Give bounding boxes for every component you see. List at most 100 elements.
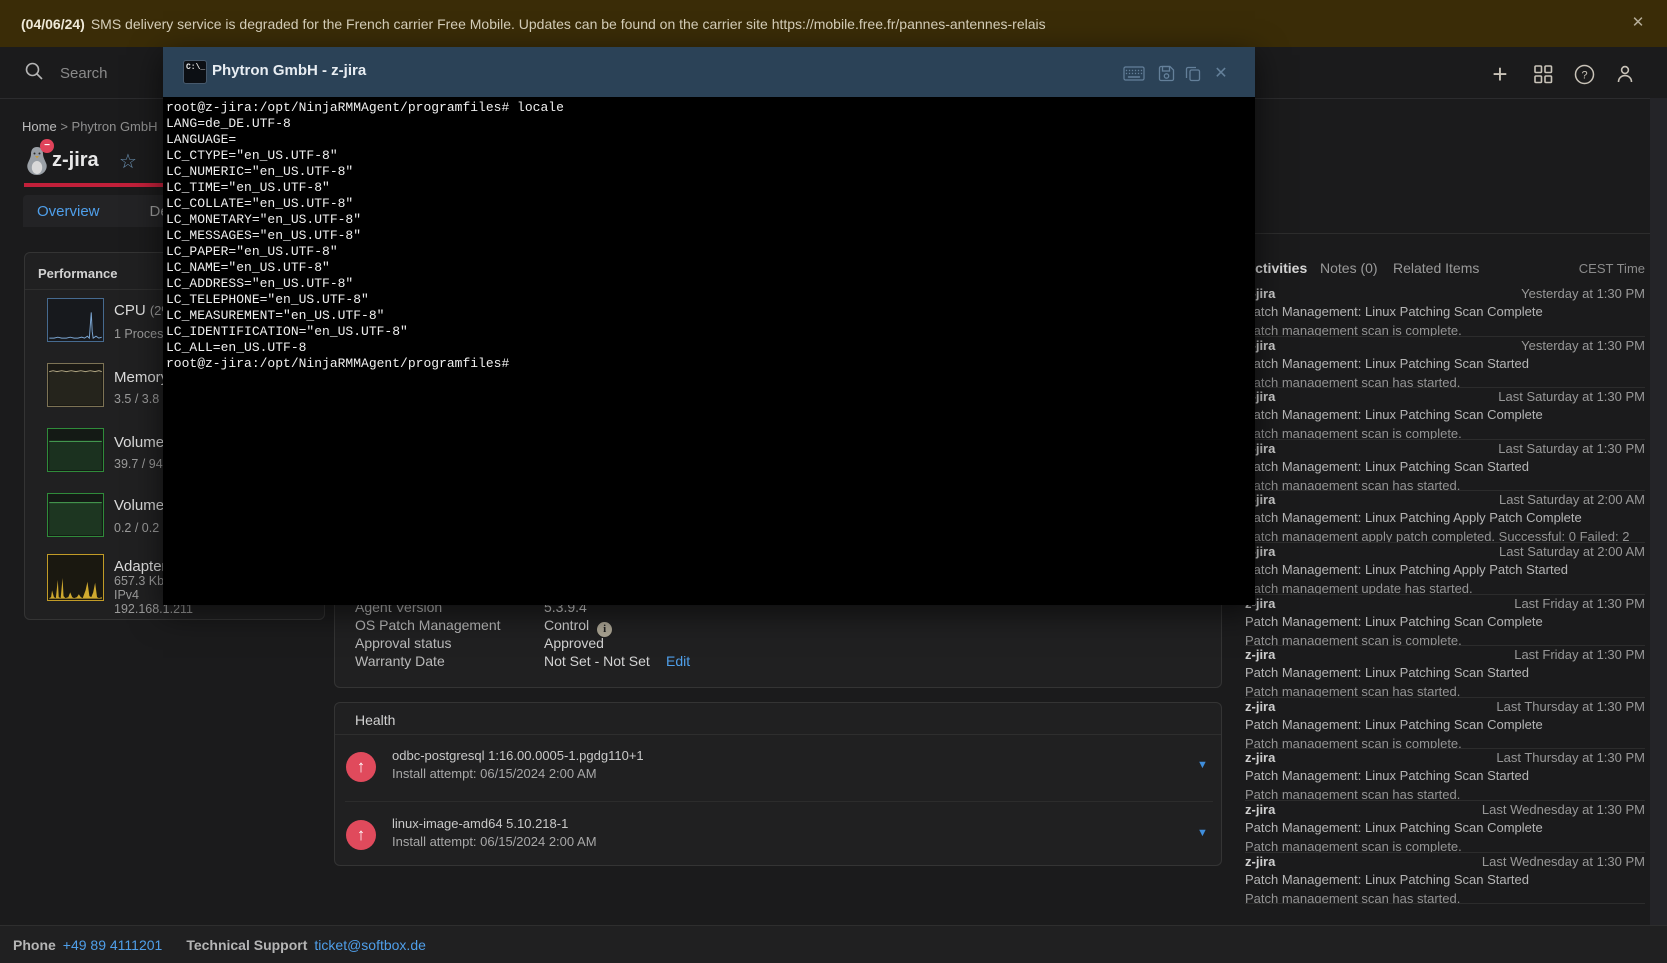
- breadcrumb-current: Phytron GmbH: [72, 119, 158, 134]
- activity-entry: z-jira Last Saturday at 2:00 AM Patch Ma…: [1245, 491, 1645, 543]
- apps-grid-icon[interactable]: [1531, 62, 1555, 86]
- phone-link[interactable]: +49 89 4111201: [63, 937, 163, 953]
- health-title: Health: [355, 712, 395, 728]
- search-icon: [24, 61, 44, 86]
- activity-description: Patch management scan is complete.: [1245, 839, 1645, 853]
- activity-entry: z-jira Last Thursday at 1:30 PM Patch Ma…: [1245, 698, 1645, 750]
- activity-description: Patch management scan has started.: [1245, 684, 1645, 698]
- svg-text:?: ?: [1581, 69, 1587, 81]
- health-item-name: odbc-postgresql 1:16.00.0005-1.pgdg110+1: [392, 748, 644, 763]
- chevron-down-icon[interactable]: ▼: [1197, 759, 1208, 771]
- volume1-label: Volume: [114, 434, 164, 451]
- app-window: (04/06/24) SMS delivery service is degra…: [0, 0, 1667, 963]
- activity-title: Patch Management: Linux Patching Scan Co…: [1245, 820, 1645, 835]
- performance-title: Performance: [38, 266, 117, 281]
- activity-title: Patch Management: Linux Patching Scan Co…: [1245, 717, 1645, 732]
- activity-timestamp: Last Friday at 1:30 PM: [1514, 647, 1645, 662]
- detail-label-os-patch-management: OS Patch Management: [355, 617, 501, 633]
- activity-description: Patch management scan is complete.: [1245, 736, 1645, 750]
- detail-label-warranty-date: Warranty Date: [355, 653, 445, 669]
- activity-entry: z-jira Last Friday at 1:30 PM Patch Mana…: [1245, 595, 1645, 647]
- terminal-output[interactable]: root@z-jira:/opt/NinjaRMMAgent/programfi…: [163, 97, 1255, 372]
- activity-description: Patch management scan is complete.: [1245, 426, 1645, 440]
- device-name: z-jira: [52, 149, 99, 172]
- activities-tabs: Activities Notes (0) Related Items CEST …: [1245, 260, 1645, 278]
- terminal-window: C:\_ Phytron GmbH - z-jira ✕ root@z-jira…: [163, 47, 1255, 605]
- adapter-chart[interactable]: [47, 554, 104, 601]
- os-patch-value-text: Control: [544, 617, 589, 633]
- volume2-label: Volume: [114, 497, 164, 514]
- detail-label-approval-status: Approval status: [355, 635, 452, 651]
- alert-close-icon[interactable]: ✕: [1628, 13, 1648, 33]
- activity-entry: z-jira Last Wednesday at 1:30 PM Patch M…: [1245, 853, 1645, 905]
- activity-list: z-jira Yesterday at 1:30 PM Patch Manage…: [1245, 285, 1645, 904]
- adapter-ip-version: IPv4: [114, 588, 139, 602]
- activity-title: Patch Management: Linux Patching Scan Co…: [1245, 614, 1645, 629]
- divider: [1240, 233, 1650, 234]
- activity-entry: z-jira Last Saturday at 2:00 AM Patch Ma…: [1245, 543, 1645, 595]
- activity-description: Patch management scan has started.: [1245, 478, 1645, 492]
- activity-description: Patch management scan is complete.: [1245, 633, 1645, 647]
- activity-device: z-jira: [1245, 802, 1275, 817]
- detail-value-warranty-date: Not Set - Not Set: [544, 653, 650, 669]
- keyboard-icon[interactable]: [1122, 61, 1146, 85]
- activity-entry: z-jira Last Saturday at 1:30 PM Patch Ma…: [1245, 440, 1645, 492]
- favorite-star-icon[interactable]: ☆: [119, 149, 137, 174]
- adapter-label: Adapter: [114, 558, 167, 575]
- activity-timestamp: Last Wednesday at 1:30 PM: [1482, 802, 1645, 817]
- activity-entry: z-jira Last Friday at 1:30 PM Patch Mana…: [1245, 646, 1645, 698]
- save-icon[interactable]: [1154, 61, 1178, 85]
- activity-description: Patch management update has started.: [1245, 581, 1645, 595]
- terminal-close-icon[interactable]: ✕: [1209, 61, 1233, 85]
- activity-timestamp: Last Thursday at 1:30 PM: [1496, 699, 1645, 714]
- volume2-chart[interactable]: [47, 493, 104, 537]
- activity-entry: z-jira Last Wednesday at 1:30 PM Patch M…: [1245, 801, 1645, 853]
- chevron-down-icon[interactable]: ▼: [1197, 827, 1208, 839]
- activity-description: Patch management scan has started.: [1245, 375, 1645, 389]
- alert-message: SMS delivery service is degraded for the…: [91, 16, 1046, 32]
- activity-title: Patch Management: Linux Patching Scan St…: [1245, 768, 1645, 783]
- activity-timestamp: Last Saturday at 2:00 AM: [1499, 544, 1645, 559]
- activity-description: Patch management apply patch completed. …: [1245, 529, 1645, 543]
- activity-device: z-jira: [1245, 854, 1275, 869]
- memory-chart[interactable]: [47, 363, 104, 407]
- activity-timestamp: Last Wednesday at 1:30 PM: [1482, 854, 1645, 869]
- health-item-detail: Install attempt: 06/15/2024 2:00 AM: [392, 766, 597, 781]
- cpu-chart[interactable]: [47, 298, 104, 342]
- scrollbar-track[interactable]: [1650, 98, 1667, 925]
- health-item-detail: Install attempt: 06/15/2024 2:00 AM: [392, 834, 597, 849]
- tab-notes[interactable]: Notes (0): [1320, 260, 1378, 276]
- update-arrow-icon: ↑: [346, 752, 376, 782]
- volume1-chart[interactable]: [47, 428, 104, 472]
- tab-overview[interactable]: Overview: [37, 203, 100, 220]
- activity-timestamp: Last Thursday at 1:30 PM: [1496, 750, 1645, 765]
- support-email-link[interactable]: ticket@softbox.de: [314, 937, 426, 953]
- alert-banner: (04/06/24) SMS delivery service is degra…: [0, 0, 1667, 47]
- activity-device: z-jira: [1245, 647, 1275, 662]
- activity-timestamp: Yesterday at 1:30 PM: [1521, 338, 1645, 353]
- activity-timestamp: Last Friday at 1:30 PM: [1514, 596, 1645, 611]
- activity-entry: z-jira Last Saturday at 1:30 PM Patch Ma…: [1245, 388, 1645, 440]
- activity-timestamp: Last Saturday at 2:00 AM: [1499, 492, 1645, 507]
- tab-related-items[interactable]: Related Items: [1393, 260, 1479, 276]
- activity-timestamp: Yesterday at 1:30 PM: [1521, 286, 1645, 301]
- terminal-app-icon: C:\_: [183, 60, 207, 84]
- activity-entry: z-jira Yesterday at 1:30 PM Patch Manage…: [1245, 285, 1645, 337]
- add-icon[interactable]: +: [1488, 62, 1512, 86]
- health-panel: Health ↑ odbc-postgresql 1:16.00.0005-1.…: [334, 702, 1222, 866]
- breadcrumb-home[interactable]: Home: [22, 119, 57, 134]
- memory-label: Memory: [114, 369, 168, 386]
- terminal-titlebar[interactable]: C:\_ Phytron GmbH - z-jira ✕: [163, 47, 1255, 97]
- timezone-label: CEST Time: [1579, 261, 1645, 276]
- divider: [335, 734, 1221, 735]
- breadcrumb: Home > Phytron GmbH: [22, 119, 158, 134]
- help-icon[interactable]: ?: [1572, 62, 1596, 86]
- phone-label: Phone: [13, 937, 56, 953]
- health-item-name: linux-image-amd64 5.10.218-1: [392, 816, 568, 831]
- cpu-label-text: CPU: [114, 302, 146, 319]
- activity-description: Patch management scan is complete.: [1245, 323, 1645, 337]
- warranty-edit-link[interactable]: Edit: [666, 653, 690, 669]
- copy-icon[interactable]: [1181, 61, 1205, 85]
- activity-entry: z-jira Last Thursday at 1:30 PM Patch Ma…: [1245, 749, 1645, 801]
- user-icon[interactable]: [1613, 62, 1637, 86]
